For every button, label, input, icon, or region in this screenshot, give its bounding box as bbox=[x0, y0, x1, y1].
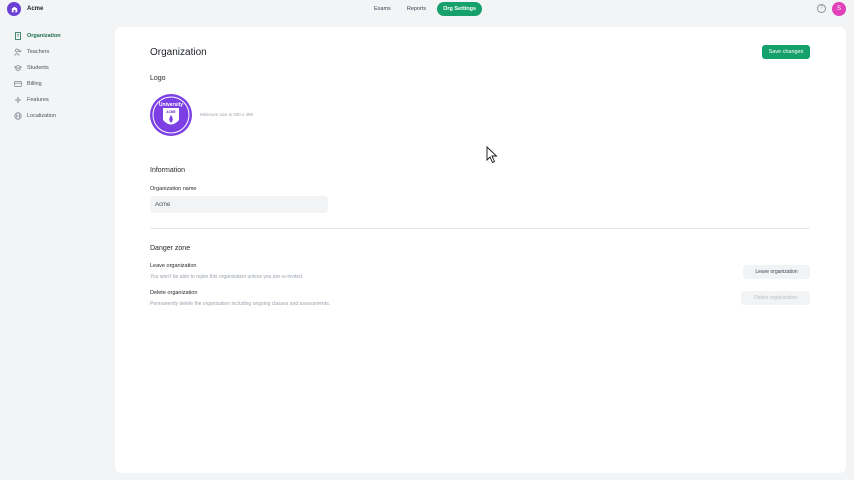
tab-exams[interactable]: Exams bbox=[369, 2, 396, 16]
sidebar-item-students[interactable]: Students bbox=[14, 60, 109, 76]
org-logo-icon bbox=[7, 2, 21, 16]
logo-heading: Logo bbox=[150, 75, 166, 82]
sidebar-item-label: Billing bbox=[27, 81, 42, 87]
sidebar-item-billing[interactable]: Billing bbox=[14, 76, 109, 92]
delete-organization-button[interactable]: Delete organization bbox=[741, 291, 810, 305]
leave-org-title: Leave organization bbox=[150, 263, 197, 269]
tab-org-settings[interactable]: Org Settings bbox=[437, 2, 483, 16]
graduation-cap-icon bbox=[14, 64, 22, 72]
org-switcher[interactable]: Acme bbox=[7, 2, 43, 16]
leave-organization-button[interactable]: Leave organization bbox=[743, 265, 810, 279]
users-icon bbox=[14, 48, 22, 56]
leave-org-description: You won't be able to rejoin this organiz… bbox=[150, 274, 304, 280]
building-icon bbox=[14, 32, 22, 40]
credit-card-icon bbox=[14, 80, 22, 88]
sparkles-icon bbox=[14, 96, 22, 104]
org-logo-upload[interactable]: University ACME bbox=[150, 94, 192, 136]
globe-icon bbox=[14, 112, 22, 120]
sidebar-item-label: Features bbox=[27, 97, 49, 103]
delete-org-title: Delete organization bbox=[150, 290, 198, 296]
sidebar-item-features[interactable]: Features bbox=[14, 92, 109, 108]
section-divider bbox=[150, 228, 810, 229]
danger-zone-heading: Danger zone bbox=[150, 245, 191, 252]
badge-top-text: University bbox=[159, 102, 183, 108]
sidebar-item-teachers[interactable]: Teachers bbox=[14, 44, 109, 60]
university-badge-icon: University ACME bbox=[152, 96, 190, 134]
org-name: Acme bbox=[27, 6, 44, 12]
settings-card: Organization Save changes Logo Universit… bbox=[115, 27, 846, 473]
logo-size-hint: Minimum size is 400 x 400 bbox=[200, 112, 254, 117]
org-name-label: Organization name bbox=[150, 186, 197, 192]
sidebar-item-label: Teachers bbox=[27, 49, 50, 55]
sidebar-item-label: Localization bbox=[27, 113, 57, 119]
tab-reports[interactable]: Reports bbox=[402, 2, 431, 16]
badge-shield-text: ACME bbox=[166, 110, 175, 114]
sidebar-item-localization[interactable]: Localization bbox=[14, 108, 109, 124]
main-nav: Exams Reports Org Settings bbox=[369, 2, 483, 16]
information-heading: Information bbox=[150, 167, 186, 174]
sidebar: Organization Teachers Students Billing F… bbox=[14, 28, 109, 124]
help-circle-icon[interactable]: ? bbox=[817, 4, 826, 13]
page-title: Organization bbox=[150, 47, 207, 58]
mouse-pointer-icon bbox=[486, 146, 498, 164]
org-name-input[interactable] bbox=[150, 196, 328, 213]
save-changes-button[interactable]: Save changes bbox=[762, 45, 810, 59]
sidebar-item-organization[interactable]: Organization bbox=[14, 28, 109, 44]
top-bar: Acme Exams Reports Org Settings ? S bbox=[0, 0, 854, 18]
delete-org-description: Permanently delete the organization incl… bbox=[150, 301, 331, 307]
sidebar-item-label: Students bbox=[27, 65, 49, 71]
avatar[interactable]: S bbox=[832, 2, 846, 16]
sidebar-item-label: Organization bbox=[27, 33, 61, 39]
